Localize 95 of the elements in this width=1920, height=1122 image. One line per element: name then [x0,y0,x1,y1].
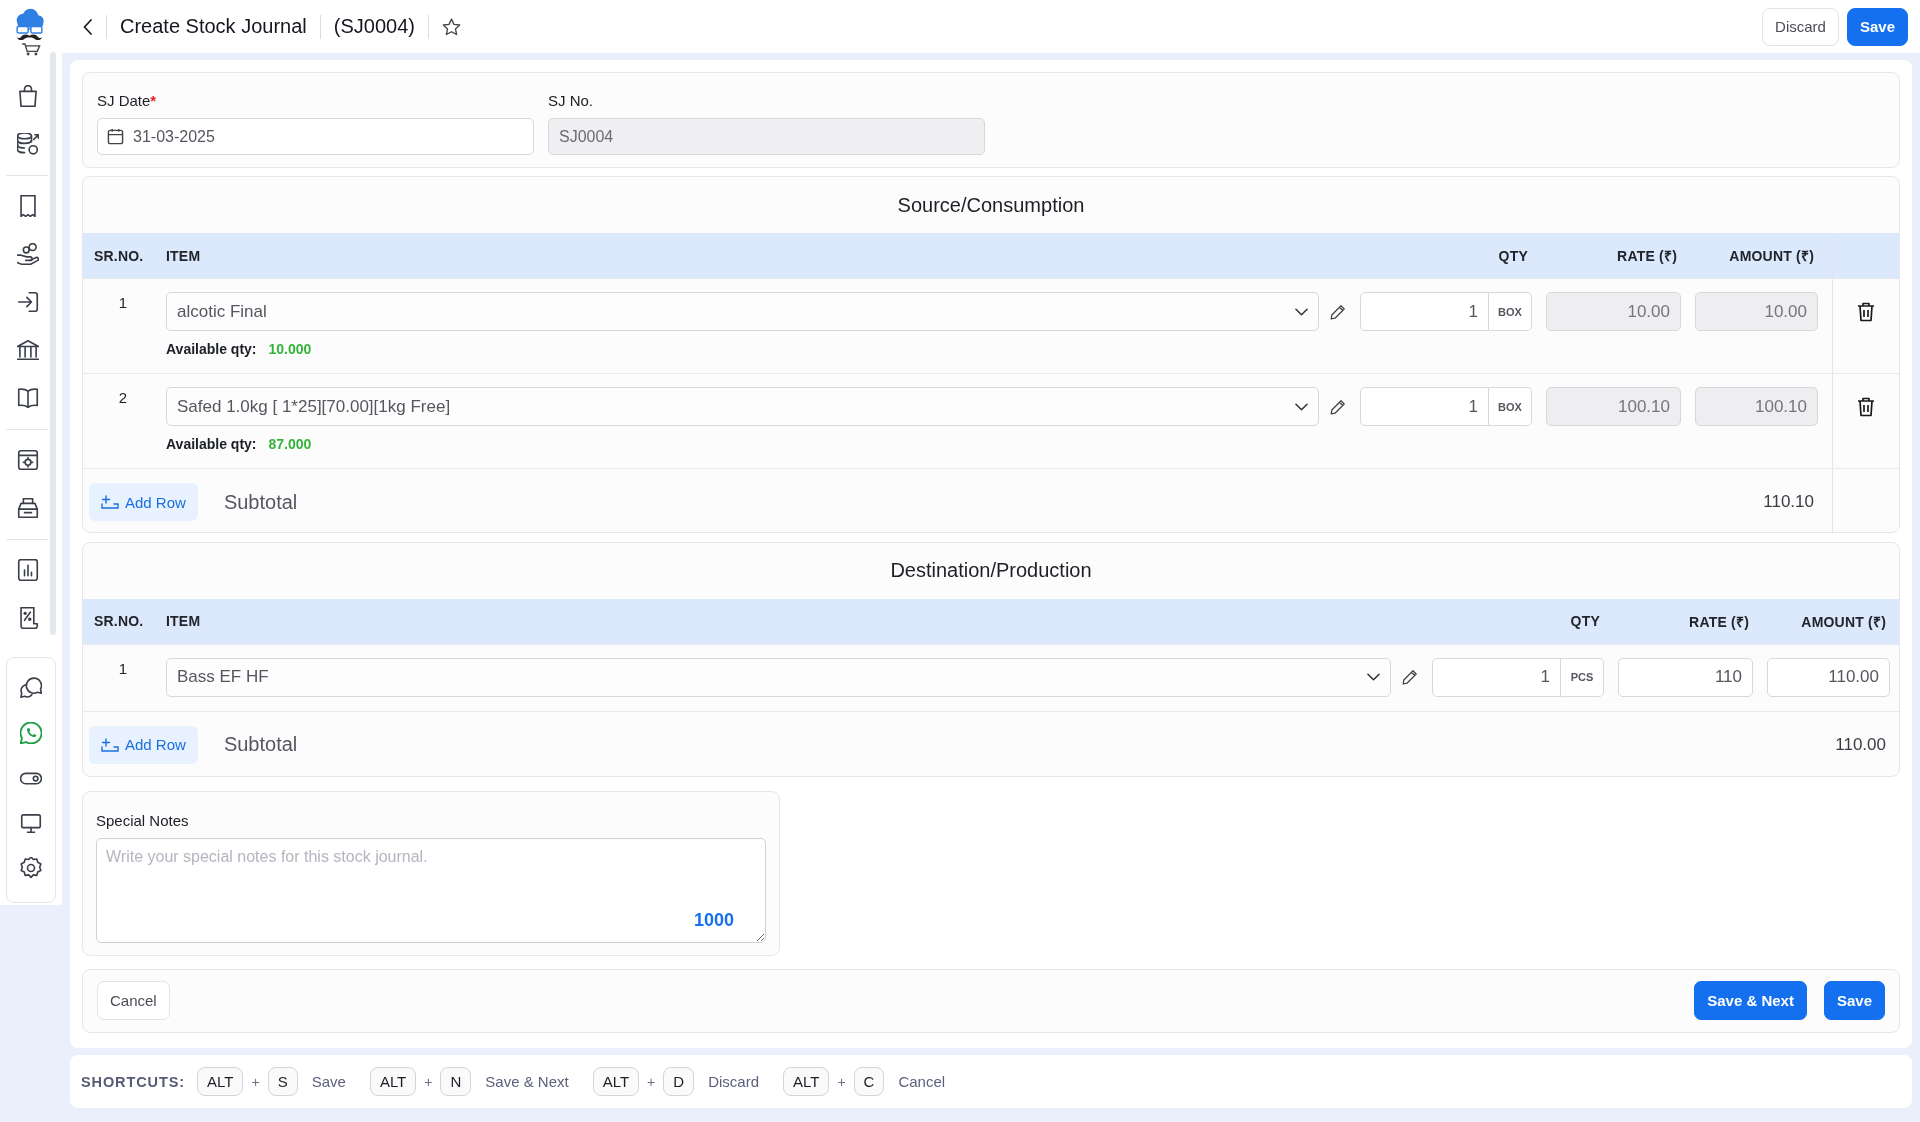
chevron-down-icon [1295,307,1308,316]
pencil-icon[interactable] [1402,669,1418,686]
database-export-icon[interactable] [17,133,39,155]
field-label: Special Notes [96,810,190,831]
monitor-icon[interactable] [20,811,42,834]
inbox-icon[interactable] [17,497,39,519]
chevron-down-icon [1295,402,1308,411]
keyboard-key: N [440,1067,472,1096]
column-header: QTY [1569,613,1601,630]
gear-box-icon[interactable] [17,449,39,471]
sign-in-icon[interactable] [17,291,39,313]
receipt-icon[interactable] [17,195,39,217]
field-label: SJ Date* [97,91,158,111]
column-header: SR.NO. [94,247,145,264]
rate-field[interactable]: 110 [1618,657,1753,697]
keyboard-key: S [267,1067,298,1096]
quantity-field[interactable]: 1 [1432,657,1561,697]
calendar-icon[interactable] [107,128,124,145]
unit-label: BOX [1489,292,1532,331]
column-header: ITEM [166,613,202,630]
keyboard-key: D [663,1067,695,1096]
plus-sign: + [837,1073,846,1090]
column-header: QTY [1497,247,1529,264]
plus-sign: + [647,1073,656,1090]
back-icon[interactable] [83,18,93,35]
trash-icon[interactable] [1857,302,1875,322]
plus-tray-icon [101,495,119,509]
hand-coins-icon[interactable] [17,243,39,265]
quantity-field[interactable]: 1 [1360,387,1489,426]
pencil-icon[interactable] [1330,303,1346,320]
row-number: 1 [117,293,129,313]
keyboard-key: ALT [783,1067,830,1096]
add-row-button[interactable]: Add Row [89,725,198,764]
scrollbar[interactable] [50,52,56,635]
subtotal-value: 110.00 [1834,734,1887,755]
settings-icon[interactable] [20,856,42,879]
unit-label: BOX [1489,387,1532,426]
item-select[interactable]: Safed 1.0kg [ 1*25][70.00][1kg Free] [166,387,1319,426]
row-number: 1 [117,658,129,679]
available-qty-label: Available qty: [166,340,257,359]
shortcut-action: Save & Next [485,1073,569,1090]
bank-icon[interactable] [17,339,39,361]
keyboard-key: ALT [369,1067,417,1096]
quantity-field[interactable]: 1 [1360,292,1489,331]
discard-button[interactable]: Discard [1762,7,1839,46]
page-title: Create Stock Journal [120,15,307,38]
save-button[interactable]: Save [1823,981,1885,1021]
unit-label: PCS [1561,657,1604,697]
column-header: ITEM [166,247,202,264]
plus-tray-icon [101,737,119,752]
chat-icon[interactable] [20,676,42,699]
bar-chart-icon[interactable] [17,559,39,581]
available-qty-label: Available qty: [166,435,257,454]
keyboard-key: ALT [197,1067,244,1096]
subtotal-label: Subtotal [223,733,298,757]
save-button[interactable]: Save [1846,7,1908,46]
add-row-button[interactable]: Add Row [89,483,198,521]
column-header: SR.NO. [94,613,145,630]
shopping-bag-icon[interactable] [17,85,39,107]
trash-icon[interactable] [1857,397,1875,417]
save-next-button[interactable]: Save & Next [1694,981,1807,1021]
cancel-button[interactable]: Cancel [97,981,170,1021]
field-label: SJ No. [548,91,594,111]
column-header: AMOUNT (₹) [1800,612,1887,631]
keyboard-key: ALT [592,1067,640,1096]
shortcut-action: Save [311,1073,346,1090]
subtotal-value: 110.10 [1762,492,1815,512]
subtotal-label: Subtotal [223,490,298,514]
item-select[interactable]: alcotic Final [166,292,1319,331]
column-header: AMOUNT (₹) [1728,247,1815,265]
journal-code: (SJ0004) [333,15,415,38]
amount-field[interactable]: 110.00 [1767,657,1890,697]
available-qty-value: 10.000 [268,340,312,359]
keyboard-key: C [853,1067,885,1096]
section-title: Source/Consumption [896,192,1086,218]
star-icon[interactable] [441,17,461,36]
section-title: Destination/Production [889,558,1093,584]
chevron-down-icon [1367,673,1380,682]
row-number: 2 [117,388,129,408]
plus-sign: + [424,1073,433,1090]
percent-document-icon[interactable] [17,607,39,629]
plus-sign: + [251,1073,260,1090]
logo-icon[interactable] [13,8,46,58]
pencil-icon[interactable] [1330,398,1346,415]
character-counter: 1000 [693,909,734,931]
whatsapp-icon[interactable] [20,721,42,744]
shortcuts-label: SHORTCUTS: [81,1073,186,1090]
column-header: RATE (₹) [1688,612,1750,631]
shortcut-action: Discard [708,1073,759,1090]
available-qty-value: 87.000 [268,435,312,454]
book-icon[interactable] [17,387,39,409]
date-field[interactable]: 31-03-2025 [97,118,534,155]
item-select[interactable]: Bass EF HF [166,657,1391,697]
column-header: RATE (₹) [1616,247,1678,265]
shortcut-action: Cancel [898,1073,946,1090]
